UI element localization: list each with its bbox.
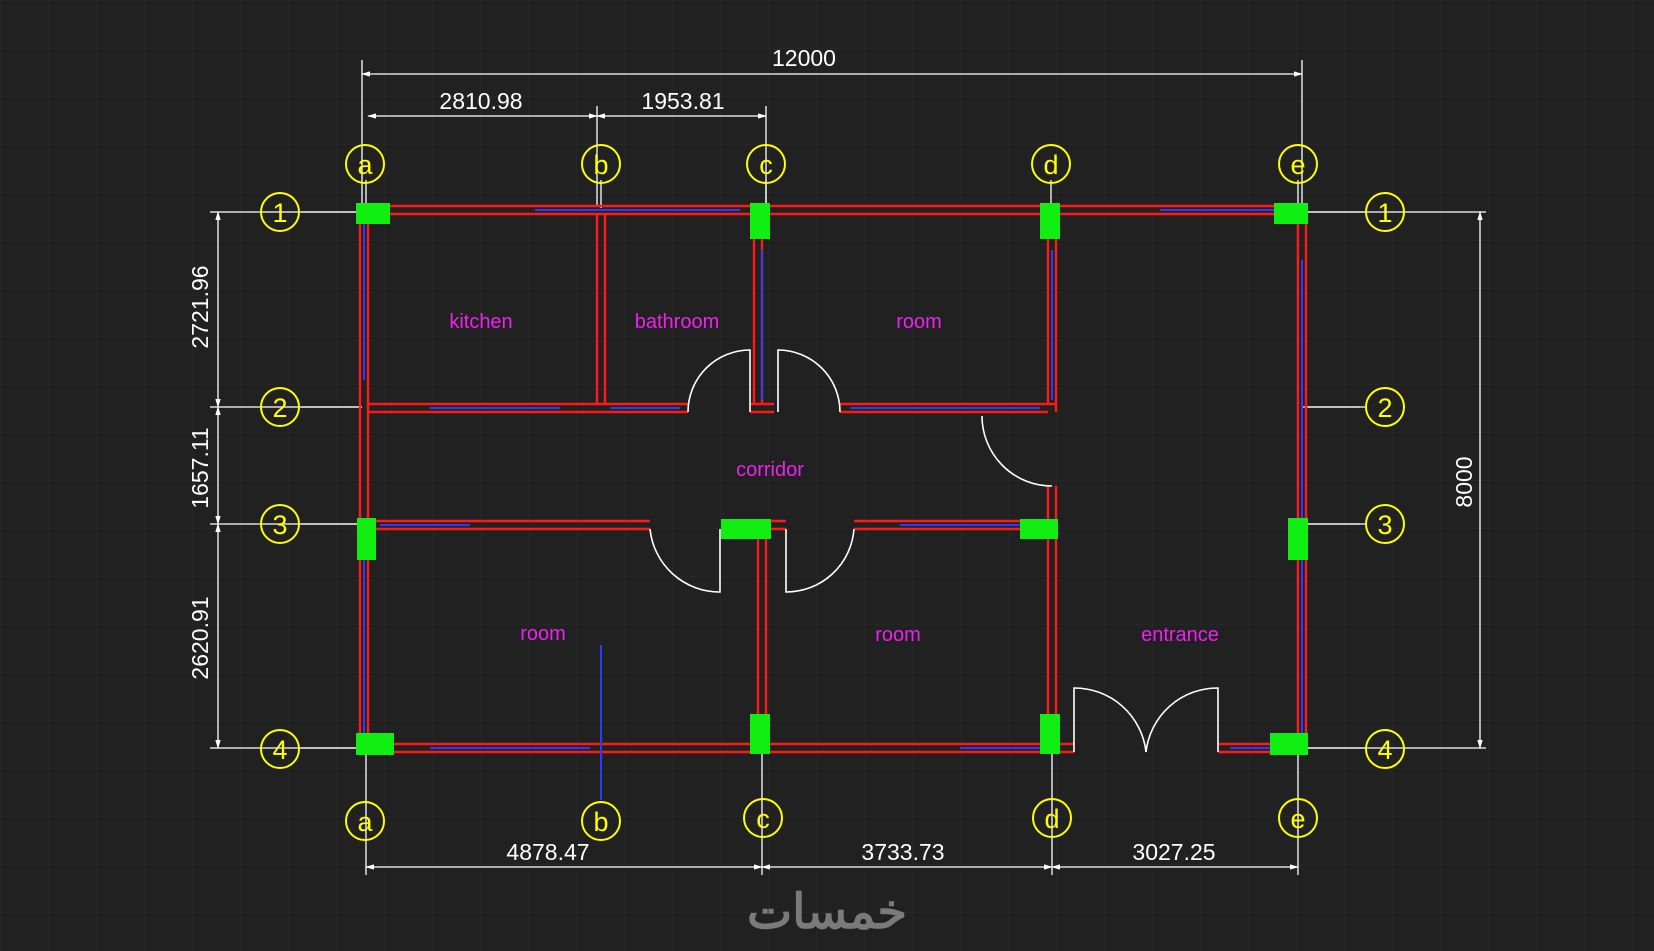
- axis-label-3-right: 3: [1377, 510, 1392, 540]
- axis-label-a-bottom: a: [357, 807, 373, 837]
- dim-overall-width: 12000: [772, 45, 836, 71]
- axis-label-4-left: 4: [272, 735, 287, 765]
- axis-label-2-left: 2: [272, 393, 287, 423]
- axis-label-c-top: c: [759, 150, 773, 180]
- dim-top-a-b: 2810.98: [439, 88, 522, 114]
- axis-label-4-right: 4: [1377, 735, 1392, 765]
- dim-bottom-c-d: 3733.73: [861, 839, 944, 865]
- dim-bottom-a-c: 4878.47: [506, 839, 589, 865]
- axis-label-a-top: a: [357, 150, 373, 180]
- dim-right-total: 8000: [1451, 456, 1477, 507]
- axis-label-d-bottom: d: [1044, 804, 1059, 834]
- background-grid: [0, 0, 1654, 951]
- room-label-bathroom: bathroom: [635, 311, 720, 333]
- room-label-room-bottom-left: room: [520, 623, 566, 645]
- floor-plan-drawing: 12000 2810.98 1953.81 4878.47 3733.73 30…: [0, 0, 1654, 951]
- room-label-kitchen: kitchen: [449, 311, 512, 333]
- dim-left-1-2: 2721.96: [187, 265, 213, 348]
- axis-label-e-bottom: e: [1290, 804, 1305, 834]
- watermark-logo: خمسات: [747, 886, 907, 939]
- axis-label-b-bottom: b: [593, 807, 608, 837]
- room-label-corridor: corridor: [736, 459, 804, 481]
- dim-top-b-c: 1953.81: [641, 88, 724, 114]
- axis-label-d-top: d: [1043, 150, 1058, 180]
- axis-label-1-right: 1: [1377, 198, 1392, 228]
- dim-bottom-d-e: 3027.25: [1132, 839, 1215, 865]
- room-label-room-top: room: [896, 311, 942, 333]
- room-label-room-bottom-mid: room: [875, 624, 921, 646]
- dim-left-2-3: 1657.11: [187, 427, 213, 508]
- axis-label-e-top: e: [1290, 150, 1305, 180]
- axis-label-c-bottom: c: [756, 804, 770, 834]
- axis-label-3-left: 3: [272, 510, 287, 540]
- room-label-entrance: entrance: [1141, 624, 1219, 646]
- axis-label-1-left: 1: [272, 198, 287, 228]
- axis-label-2-right: 2: [1377, 393, 1392, 423]
- axis-label-b-top: b: [593, 150, 608, 180]
- dim-left-3-4: 2620.91: [187, 596, 213, 679]
